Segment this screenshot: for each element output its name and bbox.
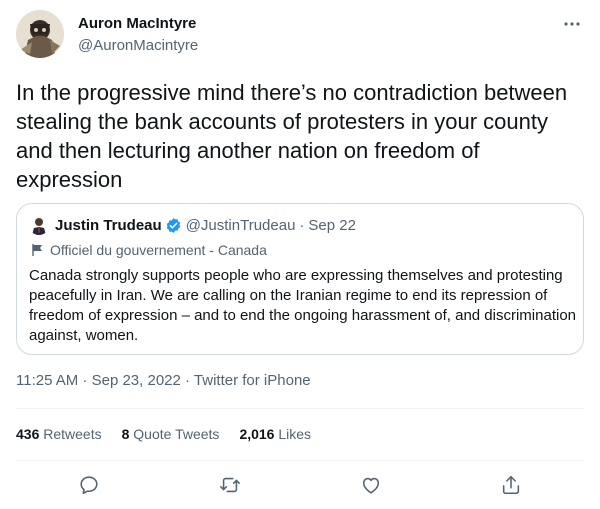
tweet-date[interactable]: Sep 23, 2022 (92, 372, 181, 389)
tweet-source[interactable]: Twitter for iPhone (194, 372, 311, 389)
tweet-time[interactable]: 11:25 AM (16, 372, 78, 389)
verified-badge-icon (165, 217, 182, 234)
meta-separator: · (180, 372, 194, 389)
quote-tweets-count: 8 (121, 426, 130, 442)
likes-label: Likes (278, 426, 312, 442)
reply-icon[interactable] (78, 474, 102, 498)
author-handle[interactable]: @AuronMacintyre (78, 37, 198, 54)
government-label-text: Officiel du gouvernement - Canada (50, 242, 267, 258)
likes-count: 2,016 (239, 426, 275, 442)
quote-header: Justin Trudeau @JustinTrudeau · Sep 22 (29, 215, 356, 235)
retweet-icon[interactable] (219, 474, 243, 498)
more-options-icon[interactable] (560, 14, 584, 34)
retweets-count: 436 (16, 426, 40, 442)
quote-tweets-label: Quote Tweets (133, 426, 220, 442)
tweet-metadata: 11:25 AM · Sep 23, 2022 · Twitter for iP… (16, 372, 311, 389)
quote-tweets-stat[interactable]: 8 Quote Tweets (122, 426, 220, 442)
divider (16, 408, 584, 409)
heart-icon[interactable] (360, 474, 384, 498)
likes-stat[interactable]: 2,016 Likes (239, 426, 311, 442)
tweet-header: Auron MacIntyre @AuronMacintyre (16, 10, 584, 62)
quote-author-avatar (29, 215, 49, 235)
government-flag-icon (31, 243, 45, 257)
retweets-label: Retweets (43, 426, 102, 442)
tweet-stats: 436 Retweets 8 Quote Tweets 2,016 Likes (16, 426, 331, 442)
tweet-text: In the progressive mind there’s no contr… (16, 80, 568, 192)
quote-author-handle: @JustinTrudeau (185, 216, 296, 234)
author-avatar[interactable] (16, 10, 64, 58)
share-icon[interactable] (500, 474, 524, 498)
quote-tweet-card[interactable]: Justin Trudeau @JustinTrudeau · Sep 22 O… (16, 203, 584, 355)
quote-date: Sep 22 (308, 216, 356, 234)
divider (16, 460, 584, 461)
quote-tweet-text: Canada strongly supports people who are … (29, 267, 577, 344)
meta-separator: · (78, 372, 92, 389)
author-name[interactable]: Auron MacIntyre (78, 15, 196, 32)
government-label: Officiel du gouvernement - Canada (31, 241, 267, 259)
action-bar (16, 470, 584, 502)
retweets-stat[interactable]: 436 Retweets (16, 426, 102, 442)
quote-author-name: Justin Trudeau (55, 216, 162, 234)
quote-separator: · (299, 216, 305, 234)
